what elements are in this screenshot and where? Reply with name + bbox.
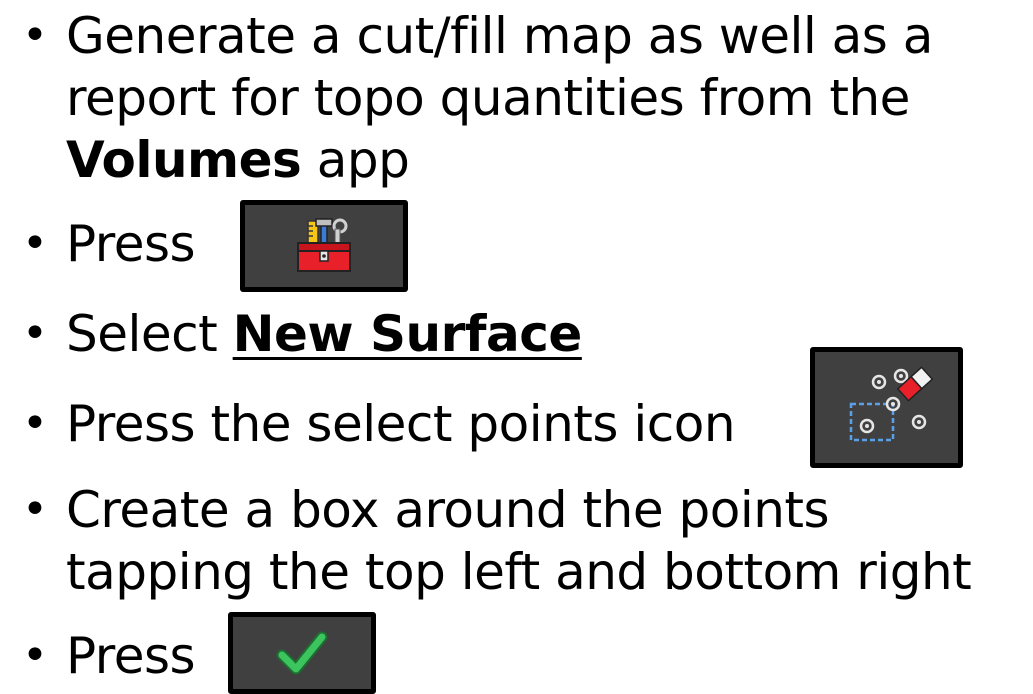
checkmark-icon: [276, 631, 328, 675]
bullet-1-line-3: Volumes app: [66, 130, 410, 190]
bullet-1-tail: app: [301, 131, 410, 189]
bullet-marker: •: [22, 10, 48, 61]
bullet-marker: •: [22, 484, 48, 535]
volumes-app-name: Volumes: [66, 131, 302, 189]
bullet-5-line-2: tapping the top left and bottom right: [66, 543, 972, 601]
confirm-button[interactable]: [228, 612, 376, 694]
bullet-1-line-2: report for topo quantities from the: [66, 69, 910, 127]
toolbox-button[interactable]: [240, 200, 408, 292]
bullet-2-text: Press: [66, 215, 196, 273]
bullet-3-line: Select New Surface: [66, 304, 582, 364]
bullet-1-line-1: Generate a cut/fill map as well as a: [66, 7, 933, 65]
bullet-marker: •: [22, 398, 48, 449]
bullet-marker: •: [22, 218, 48, 269]
bullet-5-line-1: Create a box around the points: [66, 481, 830, 539]
toolbox-icon: [297, 218, 351, 272]
select-points-icon: [849, 365, 933, 441]
select-prefix: Select: [66, 305, 233, 363]
bullet-marker: •: [22, 308, 48, 359]
select-points-button[interactable]: [810, 347, 963, 468]
bullet-6-text: Press: [66, 627, 196, 685]
new-surface-label: New Surface: [232, 305, 583, 363]
bullet-marker: •: [22, 630, 48, 681]
bullet-4-text: Press the select points icon: [66, 395, 736, 453]
